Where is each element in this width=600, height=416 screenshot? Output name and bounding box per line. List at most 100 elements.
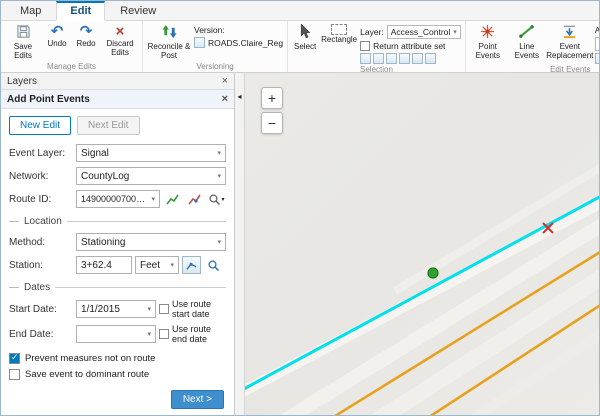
app-window: Map Edit Review Save Edits ↶ Undo ↷ Red bbox=[0, 0, 600, 416]
panel-title: Add Point Events bbox=[7, 94, 90, 105]
end-date-input[interactable]: ▾ bbox=[76, 325, 156, 343]
station-label: Station: bbox=[9, 260, 73, 271]
network-label: Network: bbox=[9, 171, 73, 182]
point-events-button[interactable]: Point Events bbox=[469, 22, 507, 64]
attribute-set-label: Attribute Set: bbox=[595, 25, 599, 35]
reconcile-post-button[interactable]: Reconcile & Post bbox=[146, 22, 192, 61]
zoom-out-button[interactable]: − bbox=[261, 112, 283, 134]
start-date-input[interactable]: 1/1/2015 ▾ bbox=[76, 300, 156, 318]
selection-tool-icon[interactable] bbox=[360, 53, 371, 64]
line-events-button[interactable]: Line Events bbox=[508, 22, 546, 64]
pick-location-tool-button[interactable] bbox=[182, 256, 201, 274]
return-attribute-row[interactable]: Return attribute set bbox=[360, 41, 461, 51]
chevron-down-icon: ▾ bbox=[217, 149, 221, 157]
event-tools-row bbox=[595, 53, 599, 64]
start-date-value: 1/1/2015 bbox=[81, 304, 120, 315]
point-events-icon bbox=[480, 24, 495, 42]
chevron-down-icon: ▾ bbox=[151, 195, 155, 203]
ribbon: Save Edits ↶ Undo ↷ Redo × Discard Edits… bbox=[1, 21, 599, 73]
zoom-to-route-button[interactable]: ▾ bbox=[207, 190, 226, 208]
event-replacement-button[interactable]: Event Replacement bbox=[547, 22, 593, 64]
group-selection: Select Rectangle Layer: Access_Control ▾ bbox=[288, 21, 466, 72]
version-value-row[interactable]: ROADS.Claire_Reg bbox=[194, 37, 283, 48]
use-route-end-label: Use route end date bbox=[172, 324, 226, 344]
event-layer-dropdown[interactable]: Signal ▾ bbox=[76, 144, 226, 162]
select-route-on-map-button[interactable] bbox=[185, 190, 204, 208]
rectangle-icon bbox=[331, 24, 347, 35]
use-route-end-checkbox[interactable] bbox=[159, 329, 169, 339]
event-replacement-label: Event Replacement bbox=[546, 43, 593, 61]
selection-tool-icon[interactable] bbox=[386, 53, 397, 64]
save-edits-label: Save Edits bbox=[4, 43, 42, 61]
use-route-start-checkbox[interactable] bbox=[159, 304, 169, 314]
close-icon[interactable] bbox=[222, 94, 228, 105]
discard-icon: × bbox=[116, 24, 125, 39]
cursor-icon bbox=[300, 24, 311, 42]
selection-tool-icon[interactable] bbox=[412, 53, 423, 64]
attribute-set-label-row: Attribute Set: bbox=[595, 25, 599, 35]
event-replacement-icon bbox=[562, 24, 577, 42]
redo-button[interactable]: ↷ Redo bbox=[72, 22, 100, 61]
group-label-manage-edits: Manage Edits bbox=[4, 61, 139, 72]
layers-pane-title: Layers bbox=[7, 76, 37, 87]
return-attribute-checkbox[interactable] bbox=[360, 41, 370, 51]
panel-collapse-strip: ◂ bbox=[235, 73, 245, 415]
event-point-marker bbox=[428, 268, 438, 278]
zoom-to-location-button[interactable] bbox=[204, 256, 223, 274]
event-layer-value: Signal bbox=[81, 148, 109, 159]
route-id-input[interactable]: 1490000070009M01 ▾ bbox=[76, 190, 160, 208]
selection-tool-icon[interactable] bbox=[425, 53, 436, 64]
select-route-tool-button[interactable] bbox=[163, 190, 182, 208]
line-events-icon bbox=[519, 24, 534, 42]
map-view[interactable]: + − bbox=[245, 73, 599, 415]
start-date-label: Start Date: bbox=[9, 304, 73, 315]
location-section-label: Location bbox=[24, 216, 62, 227]
undo-button[interactable]: ↶ Undo bbox=[43, 22, 71, 61]
discard-edits-label: Discard Edits bbox=[101, 40, 139, 58]
method-dropdown[interactable]: Stationing ▾ bbox=[76, 233, 226, 251]
collapse-panel-icon[interactable]: ◂ bbox=[237, 93, 241, 415]
zoom-in-button[interactable]: + bbox=[261, 87, 283, 109]
next-edit-button[interactable]: Next Edit bbox=[77, 116, 140, 135]
version-icon bbox=[194, 37, 205, 48]
group-edit-events: Point Events Line Events Event Replaceme… bbox=[466, 21, 599, 72]
group-manage-edits: Save Edits ↶ Undo ↷ Redo × Discard Edits… bbox=[1, 21, 143, 72]
next-button[interactable]: Next > bbox=[171, 390, 224, 409]
layer-row: Layer: Access_Control ▾ bbox=[360, 25, 461, 39]
attribute-set-column: Attribute Set: Default ▾ bbox=[594, 22, 599, 64]
tab-edit[interactable]: Edit bbox=[56, 1, 105, 21]
station-value: 3+62.4 bbox=[81, 260, 112, 271]
network-value: CountyLog bbox=[81, 171, 129, 182]
selection-tool-icon[interactable] bbox=[399, 53, 410, 64]
event-tool-icon[interactable] bbox=[595, 53, 599, 64]
method-value: Stationing bbox=[81, 237, 125, 248]
station-input[interactable]: 3+62.4 bbox=[76, 256, 132, 274]
chevron-down-icon: ▾ bbox=[170, 261, 174, 269]
left-panel: Layers Add Point Events New Edit Next Ed… bbox=[1, 73, 235, 415]
close-icon[interactable] bbox=[222, 76, 228, 87]
reconcile-post-label: Reconcile & Post bbox=[146, 43, 192, 61]
rectangle-button[interactable]: Rectangle bbox=[320, 22, 358, 64]
layer-dropdown[interactable]: Access_Control ▾ bbox=[387, 25, 461, 39]
save-edits-button[interactable]: Save Edits bbox=[4, 22, 42, 61]
method-label: Method: bbox=[9, 237, 73, 248]
discard-edits-button[interactable]: × Discard Edits bbox=[101, 22, 139, 61]
version-label-row: Version: bbox=[194, 25, 283, 35]
map-graphic bbox=[245, 73, 599, 415]
new-edit-button[interactable]: New Edit bbox=[9, 116, 71, 135]
ribbon-tab-bar: Map Edit Review bbox=[1, 1, 599, 21]
reconcile-icon bbox=[162, 24, 177, 42]
save-dominant-checkbox[interactable] bbox=[9, 369, 20, 380]
tab-map[interactable]: Map bbox=[7, 3, 54, 20]
version-value: ROADS.Claire_Reg bbox=[208, 38, 283, 48]
layer-value: Access_Control bbox=[391, 27, 451, 37]
network-dropdown[interactable]: CountyLog ▾ bbox=[76, 167, 226, 185]
prevent-measures-checkbox[interactable] bbox=[9, 353, 20, 364]
chevron-down-icon: ▾ bbox=[147, 330, 151, 338]
attribute-set-dropdown[interactable]: Default ▾ bbox=[595, 37, 599, 51]
select-button[interactable]: Select bbox=[291, 22, 319, 64]
save-icon bbox=[16, 24, 31, 42]
tab-review[interactable]: Review bbox=[107, 3, 169, 20]
station-unit-dropdown[interactable]: Feet ▾ bbox=[135, 256, 179, 274]
selection-tool-icon[interactable] bbox=[373, 53, 384, 64]
